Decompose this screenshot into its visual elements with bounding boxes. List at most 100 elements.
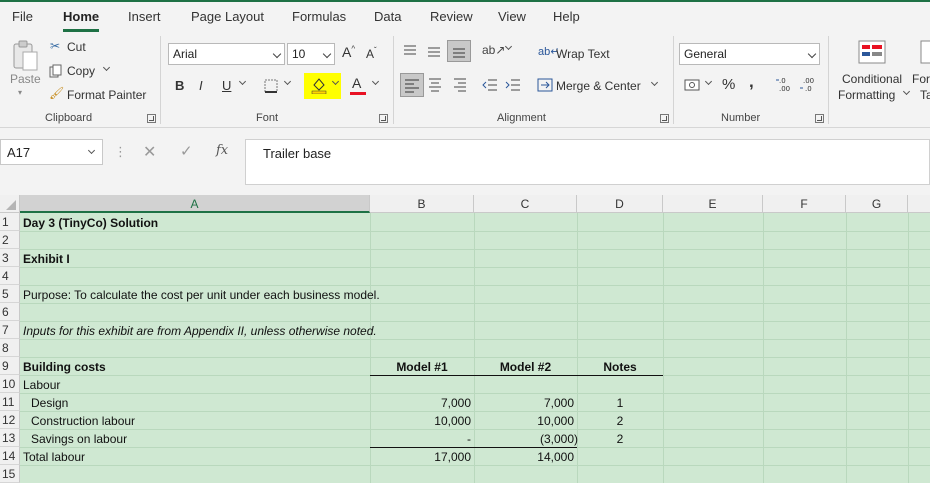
cell-a1[interactable]: Day 3 (TinyCo) Solution (23, 214, 158, 232)
column-header-h[interactable] (908, 195, 930, 213)
column-header-g[interactable]: G (846, 195, 908, 213)
row-header-3[interactable]: 3 (0, 249, 20, 267)
cell-a11[interactable]: Design (31, 394, 68, 412)
cell-a13[interactable]: Savings on labour (31, 430, 127, 448)
column-header-e[interactable]: E (663, 195, 763, 213)
fill-color-icon[interactable] (310, 76, 328, 97)
copy-button[interactable]: Copy (67, 64, 95, 78)
borders-chevron-icon[interactable] (281, 76, 292, 90)
tab-file[interactable]: File (12, 9, 33, 24)
increase-font-size-button[interactable]: A^ (342, 44, 355, 60)
accounting-chevron-icon[interactable] (702, 76, 713, 90)
clipboard-launcher-icon[interactable] (147, 114, 156, 123)
cell-a5[interactable]: Purpose: To calculate the cost per unit … (23, 286, 380, 304)
percent-style-button[interactable]: % (722, 76, 735, 93)
row-header-13[interactable]: 13 (0, 429, 20, 447)
align-top-icon[interactable] (402, 44, 418, 61)
name-box[interactable]: A17 (0, 139, 103, 165)
cell-c11[interactable]: 7,000 (474, 394, 574, 412)
insert-function-icon[interactable]: fx (216, 143, 228, 158)
align-middle-icon[interactable] (426, 44, 442, 61)
number-launcher-icon[interactable] (815, 114, 824, 123)
alignment-launcher-icon[interactable] (660, 114, 669, 123)
underline-button[interactable]: U (222, 78, 231, 93)
conditional-formatting-button[interactable]: Conditional (842, 72, 902, 86)
cell-b14[interactable]: 17,000 (370, 448, 471, 466)
row-header-1[interactable]: 1 (0, 213, 20, 231)
row-header-9[interactable]: 9 (0, 357, 20, 375)
cell-d13[interactable]: 2 (577, 430, 663, 448)
row-header-2[interactable]: 2 (0, 231, 20, 249)
cell-d12[interactable]: 2 (577, 412, 663, 430)
increase-indent-icon[interactable] (505, 77, 521, 96)
number-format-select[interactable]: General (679, 43, 820, 65)
tab-review[interactable]: Review (430, 9, 473, 24)
select-all-corner[interactable] (0, 195, 20, 213)
decrease-font-size-button[interactable]: Aˇ (366, 46, 377, 61)
cell-b13[interactable]: - (370, 430, 471, 448)
font-launcher-icon[interactable] (379, 114, 388, 123)
tab-home[interactable]: Home (63, 9, 100, 32)
format-painter-button[interactable]: Format Painter (67, 88, 146, 102)
font-size-select[interactable]: 10 (287, 43, 335, 65)
row-header-4[interactable]: 4 (0, 267, 20, 285)
paste-chevron-icon[interactable]: ▾ (18, 88, 22, 97)
underline-chevron-icon[interactable] (236, 76, 247, 90)
fill-color-chevron-icon[interactable] (329, 76, 340, 90)
cell-b12[interactable]: 10,000 (370, 412, 471, 430)
column-header-a[interactable]: A (20, 195, 370, 213)
merge-center-button[interactable]: Merge & Center (556, 79, 641, 93)
tab-data[interactable]: Data (374, 9, 401, 24)
align-left-button[interactable] (400, 73, 424, 97)
cell-d9[interactable]: Notes (577, 358, 663, 376)
copy-chevron-icon[interactable] (100, 62, 111, 76)
decrease-indent-icon[interactable] (482, 77, 498, 96)
cell-a14[interactable]: Total labour (23, 448, 85, 466)
merge-center-chevron-icon[interactable] (648, 77, 659, 91)
cell-d11[interactable]: 1 (577, 394, 663, 412)
cell-b11[interactable]: 7,000 (370, 394, 471, 412)
row-header-8[interactable]: 8 (0, 339, 20, 357)
tab-view[interactable]: View (498, 9, 526, 24)
align-bottom-button[interactable] (447, 40, 471, 62)
wrap-text-button[interactable]: Wrap Text (556, 47, 610, 61)
cell-c9[interactable]: Model #2 (474, 358, 577, 376)
row-header-15[interactable]: 15 (0, 465, 20, 483)
font-color-chevron-icon[interactable] (369, 76, 380, 90)
cell-a12[interactable]: Construction labour (31, 412, 135, 430)
paste-button[interactable] (10, 38, 40, 75)
cell-a9[interactable]: Building costs (23, 358, 106, 376)
accounting-format-icon[interactable] (684, 78, 700, 95)
bold-button[interactable]: B (175, 78, 184, 93)
cell-a3[interactable]: Exhibit I (23, 250, 70, 268)
name-box-chevron-icon[interactable] (87, 146, 96, 155)
tab-help[interactable]: Help (553, 9, 580, 24)
row-header-7[interactable]: 7 (0, 321, 20, 339)
font-name-select[interactable]: Arial (168, 43, 285, 65)
tab-insert[interactable]: Insert (128, 9, 161, 24)
comma-style-button[interactable]: , (749, 72, 754, 92)
tab-formulas[interactable]: Formulas (292, 9, 346, 24)
row-header-10[interactable]: 10 (0, 375, 20, 393)
cell-c14[interactable]: 14,000 (474, 448, 574, 466)
row-header-6[interactable]: 6 (0, 303, 20, 321)
cell-b9[interactable]: Model #1 (370, 358, 474, 376)
conditional-formatting-chevron-icon[interactable] (900, 86, 911, 100)
align-center-icon[interactable] (427, 77, 443, 96)
cell-c13[interactable]: (3,000) (474, 430, 578, 448)
borders-icon[interactable] (264, 79, 278, 96)
italic-button[interactable]: I (199, 78, 203, 93)
row-header-12[interactable]: 12 (0, 411, 20, 429)
formula-input[interactable]: Trailer base (245, 139, 930, 185)
column-header-c[interactable]: C (474, 195, 577, 213)
column-header-d[interactable]: D (577, 195, 663, 213)
row-header-5[interactable]: 5 (0, 285, 20, 303)
cut-button[interactable]: Cut (67, 40, 86, 54)
row-header-14[interactable]: 14 (0, 447, 20, 465)
worksheet-grid[interactable]: A B C D E F G 1 2 3 4 5 6 7 8 9 10 11 12… (0, 195, 930, 483)
tab-page-layout[interactable]: Page Layout (191, 9, 264, 24)
increase-decimal-icon[interactable]: .0.00 (776, 75, 794, 96)
cell-a7[interactable]: Inputs for this exhibit are from Appendi… (23, 322, 377, 340)
enter-icon[interactable]: ✓ (180, 142, 193, 160)
orientation-chevron-icon[interactable] (502, 41, 513, 55)
